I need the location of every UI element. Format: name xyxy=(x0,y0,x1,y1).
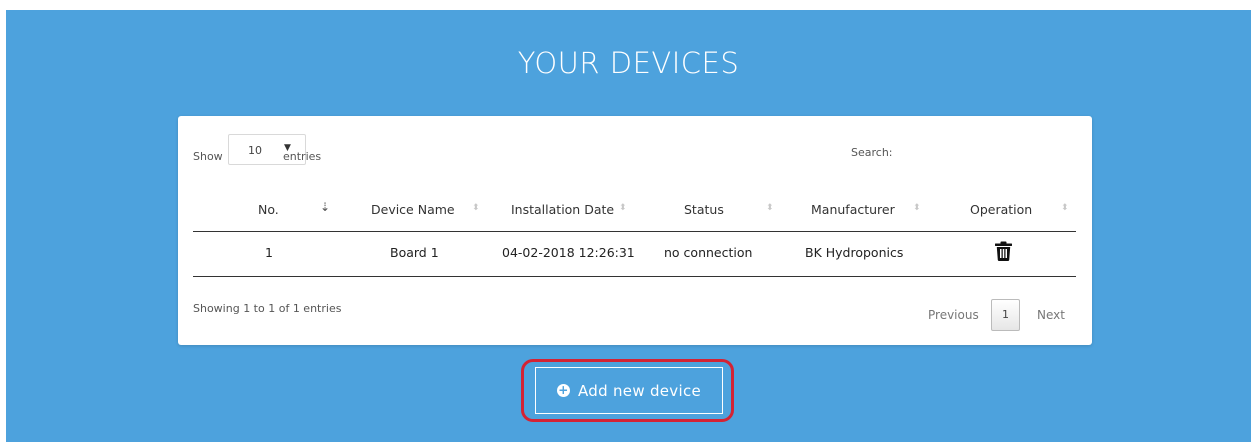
show-label: Show xyxy=(193,150,223,163)
sort-both-icon[interactable]: ⬍ xyxy=(619,203,627,213)
devices-table-card: Show 10 ▼ entries Search: No. ⇣ Device N… xyxy=(178,116,1092,345)
table-bottom-divider xyxy=(193,276,1076,277)
page-title: YOUR DEVICES xyxy=(517,46,740,80)
column-header-no[interactable]: No. xyxy=(258,202,279,217)
cell-installation-date: 04-02-2018 12:26:31 xyxy=(502,245,635,260)
sort-both-icon[interactable]: ⬍ xyxy=(766,203,774,213)
entries-label: entries xyxy=(283,150,322,163)
cell-manufacturer: BK Hydroponics xyxy=(805,245,904,260)
add-new-device-button[interactable]: + Add new device xyxy=(535,367,723,414)
pagination-previous[interactable]: Previous xyxy=(928,308,979,322)
sort-both-icon[interactable]: ⬍ xyxy=(913,203,921,213)
sort-ascending-icon[interactable]: ⇣ xyxy=(320,200,330,214)
cell-device-name: Board 1 xyxy=(390,245,439,260)
cell-status: no connection xyxy=(664,245,753,260)
cell-no: 1 xyxy=(265,245,273,260)
plus-circle-icon: + xyxy=(556,383,570,397)
search-label: Search: xyxy=(851,146,893,159)
column-header-status[interactable]: Status xyxy=(684,202,724,217)
sort-both-icon[interactable]: ⬍ xyxy=(472,203,480,213)
column-header-manufacturer[interactable]: Manufacturer xyxy=(811,202,895,217)
entries-per-page-value: 10 xyxy=(248,144,262,157)
column-header-device-name[interactable]: Device Name xyxy=(371,202,455,217)
trash-icon[interactable] xyxy=(995,241,1012,265)
sort-both-icon[interactable]: ⬍ xyxy=(1061,203,1069,213)
column-header-operation[interactable]: Operation xyxy=(970,202,1032,217)
column-header-installation-date[interactable]: Installation Date xyxy=(511,202,614,217)
header-divider xyxy=(193,231,1076,232)
pagination-next[interactable]: Next xyxy=(1037,308,1065,322)
search-input[interactable] xyxy=(898,138,1072,164)
table-info: Showing 1 to 1 of 1 entries xyxy=(193,302,342,315)
pagination-page-1[interactable]: 1 xyxy=(991,299,1020,331)
add-new-device-label: Add new device xyxy=(577,381,702,400)
